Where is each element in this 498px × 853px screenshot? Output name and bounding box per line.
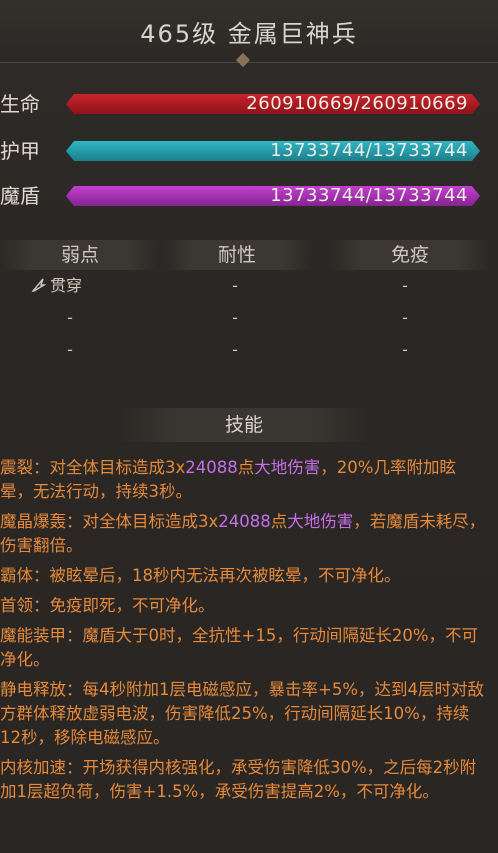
skill-item: 魔晶爆轰：对全体目标造成3x24088点大地伤害，若魔盾未耗尽，伤害翻倍。 bbox=[0, 510, 486, 558]
tolerance-header: 耐性 bbox=[162, 240, 312, 270]
hp-row: 生命 260910669/260910669 bbox=[0, 91, 498, 117]
shield-bar: 13733744/13733744 bbox=[66, 186, 480, 206]
enemy-title: 465级 金属巨神兵 bbox=[140, 19, 358, 48]
tolerance-value-0: - bbox=[232, 276, 238, 295]
title-ornament-icon bbox=[235, 52, 251, 68]
skill-keyword: 24088 bbox=[185, 458, 238, 477]
immunity-value-0: - bbox=[402, 276, 408, 295]
skill-text: 点 bbox=[237, 458, 255, 477]
armor-row: 护甲 13733744/13733744 bbox=[0, 138, 498, 164]
skill-text: 内核加速：开场获得内核强化，承受伤害降低30%，之后每2秒附加1层超负荷，伤害+… bbox=[0, 758, 477, 801]
resistance-header: 弱点 耐性 免疫 bbox=[0, 240, 498, 270]
tolerance-value-1: - bbox=[232, 308, 238, 327]
skill-text: 魔晶爆轰：对全体目标造成3x bbox=[0, 512, 219, 531]
skill-text: 魔能装甲：魔盾大于0时，全抗性+15，行动间隔延长20%，不可净化。 bbox=[0, 626, 478, 669]
immunity-value-2: - bbox=[402, 340, 408, 359]
shield-row: 魔盾 13733744/13733744 bbox=[0, 183, 498, 209]
hp-label: 生命 bbox=[0, 92, 40, 116]
weakness-header: 弱点 bbox=[0, 240, 160, 270]
weakness-value-1: - bbox=[67, 308, 73, 327]
skill-item: 内核加速：开场获得内核强化，承受伤害降低30%，之后每2秒附加1层超负荷，伤害+… bbox=[0, 756, 486, 804]
skill-item: 霸体：被眩晕后，18秒内无法再次被眩晕，不可净化。 bbox=[0, 564, 486, 588]
pierce-icon bbox=[30, 276, 47, 292]
enemy-info-panel: 465级 金属巨神兵 生命 260910669/260910669 护甲 137… bbox=[0, 0, 498, 853]
skill-text: 点 bbox=[270, 512, 288, 531]
weakness-value-0: 贯穿 bbox=[50, 276, 83, 295]
hp-bar: 260910669/260910669 bbox=[66, 94, 480, 114]
armor-value: 13733744/13733744 bbox=[270, 140, 468, 161]
skill-text: 静电释放：每4秒附加1层电磁感应，暴击率+5%，达到4层时对敌方群体释放虚弱电波… bbox=[0, 680, 484, 747]
skill-keyword: 大地伤害 bbox=[254, 458, 321, 477]
skill-text: 震裂：对全体目标造成3x bbox=[0, 458, 186, 477]
weakness-value-2: - bbox=[67, 340, 73, 359]
skill-text: 霸体：被眩晕后，18秒内无法再次被眩晕，不可净化。 bbox=[0, 566, 401, 585]
shield-label: 魔盾 bbox=[0, 184, 40, 208]
hp-value: 260910669/260910669 bbox=[246, 93, 468, 114]
immunity-value-1: - bbox=[402, 308, 408, 327]
shield-value: 13733744/13733744 bbox=[270, 185, 468, 206]
title-bar: 465级 金属巨神兵 bbox=[0, 0, 498, 68]
skill-item: 首领：免疫即死，不可净化。 bbox=[0, 594, 486, 618]
skill-item: 震裂：对全体目标造成3x24088点大地伤害，20%几率附加眩晕，无法行动，持续… bbox=[0, 456, 486, 504]
immunity-header: 免疫 bbox=[330, 240, 490, 270]
skill-keyword: 大地伤害 bbox=[287, 512, 354, 531]
skill-item: 静电释放：每4秒附加1层电磁感应，暴击率+5%，达到4层时对敌方群体释放虚弱电波… bbox=[0, 678, 486, 750]
armor-label: 护甲 bbox=[0, 139, 40, 163]
skills-header: 技能 bbox=[112, 408, 376, 442]
armor-bar: 13733744/13733744 bbox=[66, 141, 480, 161]
tolerance-value-2: - bbox=[232, 340, 238, 359]
skills-list: 震裂：对全体目标造成3x24088点大地伤害，20%几率附加眩晕，无法行动，持续… bbox=[0, 456, 498, 810]
skill-item: 魔能装甲：魔盾大于0时，全抗性+15，行动间隔延长20%，不可净化。 bbox=[0, 624, 486, 672]
weakness-cell-0: 贯穿 bbox=[30, 274, 120, 298]
skill-text: 首领：免疫即死，不可净化。 bbox=[0, 596, 215, 615]
skill-keyword: 24088 bbox=[218, 512, 271, 531]
